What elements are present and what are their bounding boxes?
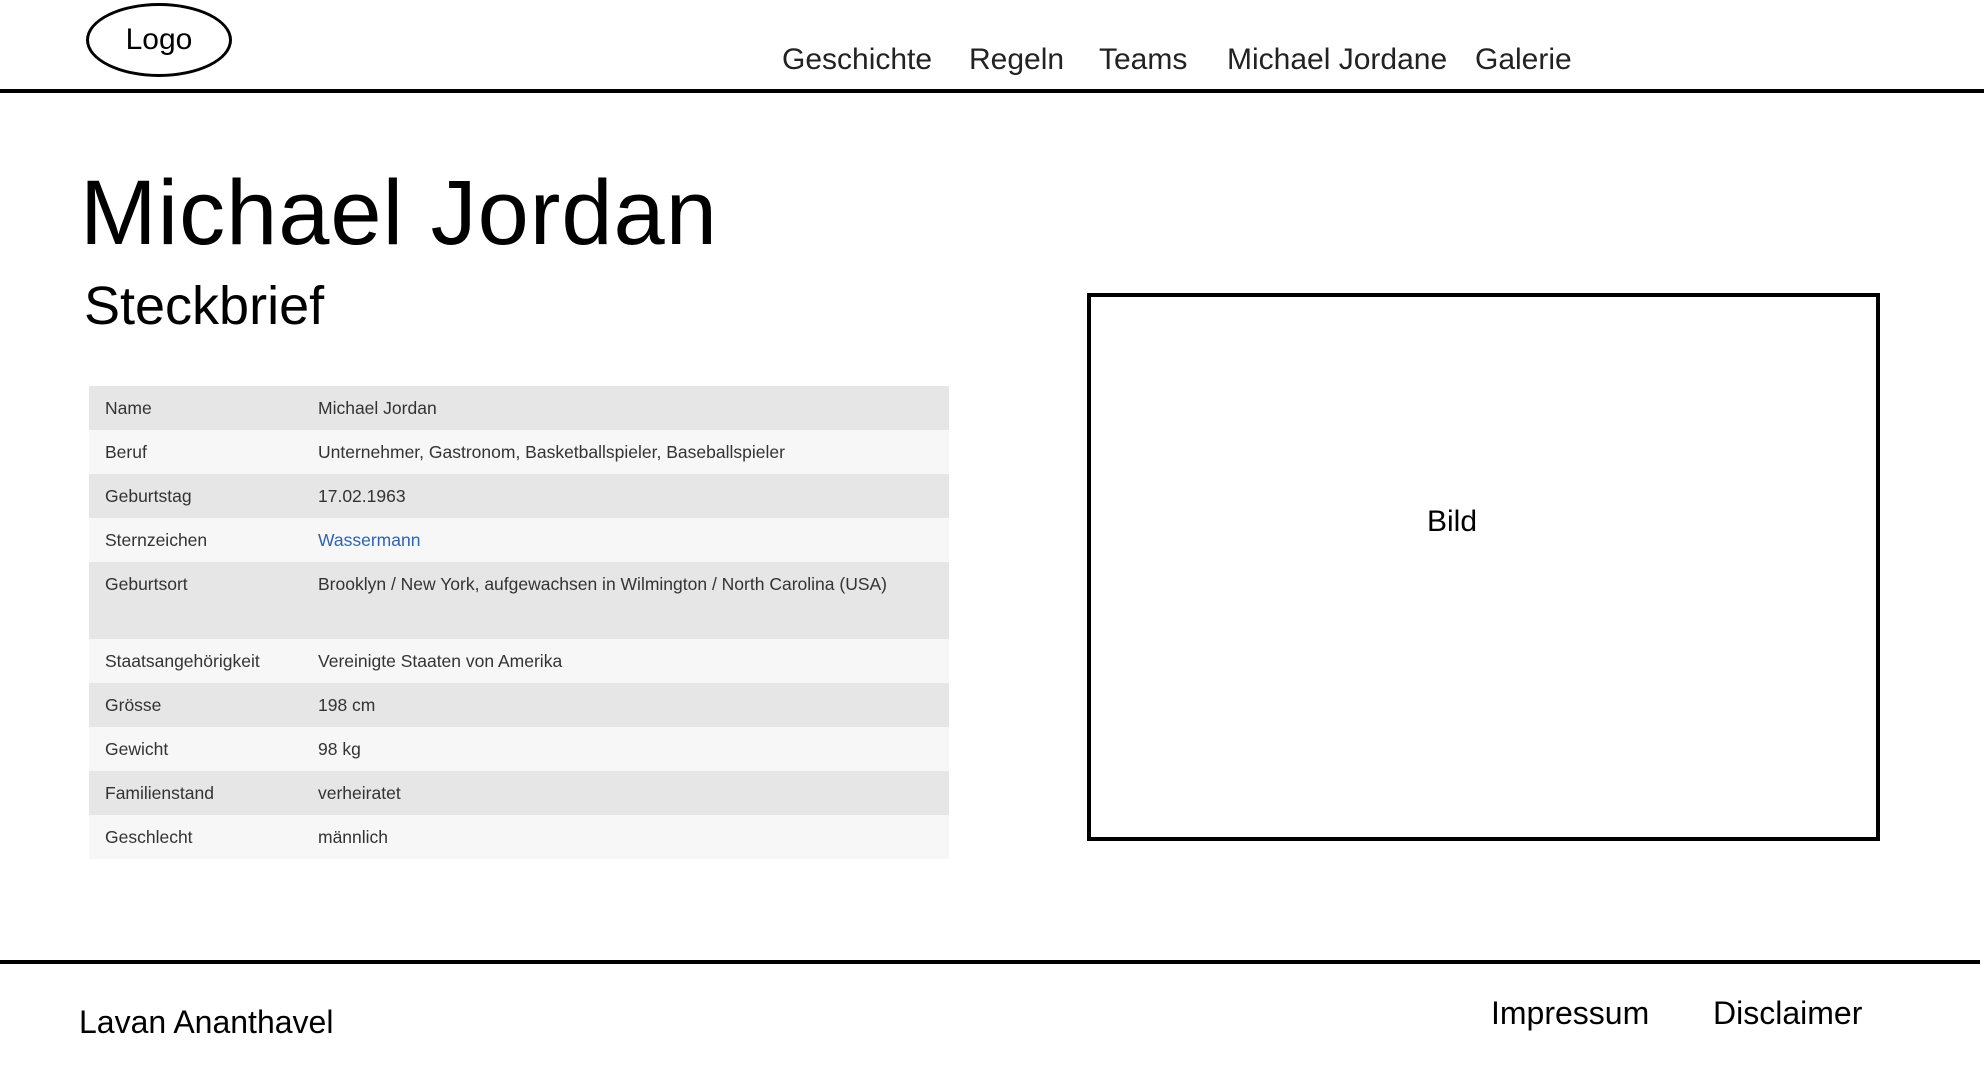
nav-link-galerie[interactable]: Galerie: [1475, 40, 1572, 80]
profile-key-beruf: Beruf: [89, 430, 302, 474]
profile-key-geburtstag: Geburtstag: [89, 474, 302, 518]
nav-link-regeln[interactable]: Regeln: [969, 40, 1064, 80]
nav-link-teams[interactable]: Teams: [1099, 40, 1187, 80]
footer-link-impressum[interactable]: Impressum: [1491, 993, 1649, 1033]
profile-value-geburtsort: Brooklyn / New York, aufgewachsen in Wil…: [302, 562, 949, 639]
profile-key-staatsangehoerigkeit: Staatsangehörigkeit: [89, 639, 302, 683]
section-title: Steckbrief: [84, 276, 325, 336]
table-row: Grösse 198 cm: [89, 683, 949, 727]
nav-link-geschichte[interactable]: Geschichte: [782, 40, 932, 80]
profile-key-groesse: Grösse: [89, 683, 302, 727]
footer-author: Lavan Ananthavel: [79, 1004, 334, 1040]
profile-key-geburtsort: Geburtsort: [89, 562, 302, 639]
table-row: Name Michael Jordan: [89, 386, 949, 430]
profile-value-sternzeichen: Wassermann: [302, 518, 949, 562]
profile-value-groesse: 198 cm: [302, 683, 949, 727]
profile-key-geschlecht: Geschlecht: [89, 815, 302, 859]
page-title: Michael Jordan: [80, 162, 718, 264]
table-row: Gewicht 98 kg: [89, 727, 949, 771]
profile-value-name: Michael Jordan: [302, 386, 949, 430]
nav-link-michael-jordane[interactable]: Michael Jordane: [1227, 40, 1447, 80]
profile-key-name: Name: [89, 386, 302, 430]
table-row: Staatsangehörigkeit Vereinigte Staaten v…: [89, 639, 949, 683]
profile-value-familienstand: verheiratet: [302, 771, 949, 815]
profile-key-sternzeichen: Sternzeichen: [89, 518, 302, 562]
image-placeholder-label: Bild: [1427, 505, 1478, 538]
footer-link-disclaimer[interactable]: Disclaimer: [1713, 993, 1862, 1033]
table-row: Geschlecht männlich: [89, 815, 949, 859]
profile-value-beruf: Unternehmer, Gastronom, Basketballspiele…: [302, 430, 949, 474]
profile-value-geburtstag: 17.02.1963: [302, 474, 949, 518]
profile-table: Name Michael Jordan Beruf Unternehmer, G…: [89, 386, 949, 859]
table-row: Sternzeichen Wassermann: [89, 518, 949, 562]
table-row: Geburtsort Brooklyn / New York, aufgewac…: [89, 562, 949, 639]
profile-key-familienstand: Familienstand: [89, 771, 302, 815]
profile-value-geschlecht: männlich: [302, 815, 949, 859]
image-placeholder: [1087, 293, 1880, 841]
sternzeichen-link[interactable]: Wassermann: [318, 530, 420, 550]
profile-value-staatsangehoerigkeit: Vereinigte Staaten von Amerika: [302, 639, 949, 683]
logo[interactable]: Logo: [86, 3, 232, 77]
profile-value-gewicht: 98 kg: [302, 727, 949, 771]
table-row: Familienstand verheiratet: [89, 771, 949, 815]
footer-divider: [0, 960, 1980, 964]
profile-key-gewicht: Gewicht: [89, 727, 302, 771]
header-divider: [0, 89, 1984, 93]
table-row: Geburtstag 17.02.1963: [89, 474, 949, 518]
table-row: Beruf Unternehmer, Gastronom, Basketball…: [89, 430, 949, 474]
